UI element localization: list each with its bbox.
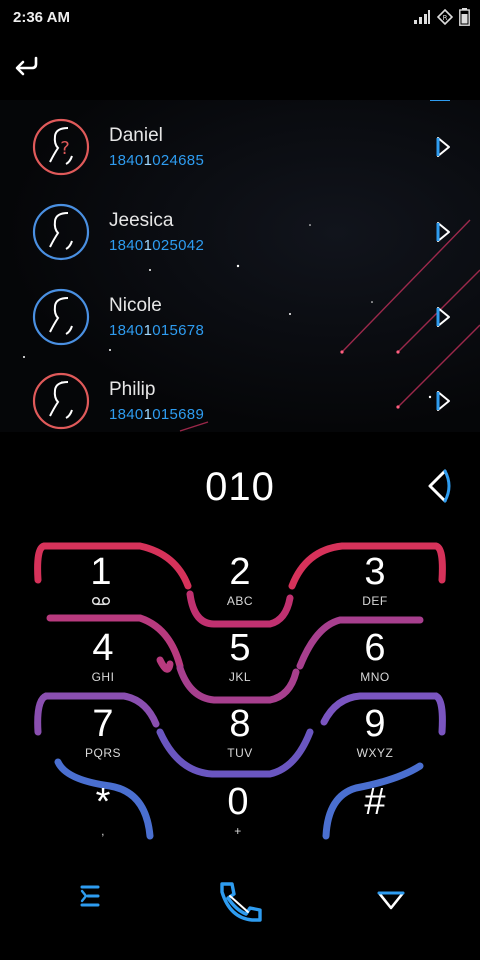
- contact-detail-arrow-icon[interactable]: [432, 305, 454, 329]
- key-digit: 0: [227, 781, 249, 823]
- key-letters: TUV: [227, 746, 253, 760]
- key-6[interactable]: 6 MNO: [325, 626, 425, 696]
- key-letters: DEF: [362, 594, 388, 608]
- key-hash[interactable]: #: [325, 780, 425, 850]
- menu-list-icon[interactable]: [78, 882, 102, 910]
- dialed-number[interactable]: 010: [0, 456, 480, 518]
- contact-number: 18401015689: [109, 406, 205, 423]
- key-9[interactable]: 9 WXYZ: [325, 702, 425, 772]
- contacts-list[interactable]: ? Daniel 18401024685 Jeesica 18401025042…: [0, 100, 480, 432]
- key-4[interactable]: 4 GHI: [53, 626, 153, 696]
- key-letters: WXYZ: [356, 746, 394, 760]
- contact-detail-arrow-icon[interactable]: [432, 389, 454, 413]
- key-letters: ,: [101, 824, 105, 838]
- key-1[interactable]: 1: [51, 550, 151, 620]
- contact-number: 18401015678: [109, 322, 205, 339]
- hide-keypad-icon[interactable]: [376, 890, 406, 912]
- key-digit: 6: [364, 627, 386, 669]
- key-letters: JKL: [228, 670, 252, 684]
- contact-avatar-icon: [32, 203, 90, 261]
- contact-avatar-icon: [32, 372, 90, 430]
- back-arrow-icon[interactable]: [12, 54, 40, 78]
- status-time: 2:36 AM: [13, 9, 70, 26]
- contact-number: 18401024685: [109, 152, 205, 169]
- dial-keypad: 1 2 ABC 3 DEF 4 GHI 5 JKL 6 MNO 7 PQRS 8…: [0, 536, 480, 856]
- key-digit: 2: [229, 551, 251, 593]
- contact-name: Philip: [109, 379, 156, 400]
- key-letters: ABC: [226, 594, 254, 608]
- key-3[interactable]: 3 DEF: [325, 550, 425, 620]
- key-digit: *: [95, 781, 111, 823]
- key-letters: MNO: [360, 670, 390, 684]
- key-7[interactable]: 7 PQRS: [53, 702, 153, 772]
- contact-name: Jeesica: [109, 210, 174, 231]
- status-icons: R: [413, 8, 470, 26]
- key-digit: 5: [229, 627, 251, 669]
- key-digit: 1: [90, 551, 112, 593]
- battery-icon: [459, 8, 470, 26]
- key-2[interactable]: 2 ABC: [190, 550, 290, 620]
- key-5[interactable]: 5 JKL: [190, 626, 290, 696]
- contact-row[interactable]: ? Daniel 18401024685: [0, 102, 480, 186]
- contact-number: 18401025042: [109, 237, 205, 254]
- svg-text:?: ?: [60, 138, 70, 159]
- key-8[interactable]: 8 TUV: [190, 702, 290, 772]
- call-icon[interactable]: [216, 878, 264, 924]
- status-bar: 2:36 AM R: [0, 0, 480, 36]
- contact-row[interactable]: Jeesica 18401025042: [0, 187, 480, 271]
- contact-detail-arrow-icon[interactable]: [432, 135, 454, 159]
- contact-detail-arrow-icon[interactable]: [432, 220, 454, 244]
- bottom-action-bar: [0, 872, 480, 932]
- key-digit: #: [364, 781, 386, 823]
- key-digit: 4: [92, 627, 114, 669]
- key-digit: 8: [229, 703, 251, 745]
- contact-row[interactable]: Nicole 18401015678: [0, 272, 480, 356]
- contact-name: Nicole: [109, 295, 162, 316]
- contact-avatar-icon: [32, 288, 90, 346]
- key-letters: PQRS: [84, 746, 121, 760]
- key-digit: 9: [364, 703, 386, 745]
- contact-row[interactable]: Philip 18401015689: [0, 356, 480, 432]
- contact-name: Daniel: [109, 125, 163, 146]
- key-star[interactable]: * ,: [53, 780, 153, 850]
- key-0[interactable]: 0 +: [188, 780, 288, 850]
- svg-text:R: R: [443, 14, 448, 22]
- key-letters: GHI: [91, 670, 115, 684]
- contact-avatar-icon: ?: [32, 118, 90, 176]
- vpn-icon: R: [437, 9, 453, 25]
- signal-icon: [414, 10, 430, 24]
- key-letters: +: [234, 824, 242, 838]
- backspace-icon[interactable]: [425, 468, 455, 504]
- key-digit: 3: [364, 551, 386, 593]
- voicemail-icon: [91, 596, 111, 606]
- key-digit: 7: [92, 703, 114, 745]
